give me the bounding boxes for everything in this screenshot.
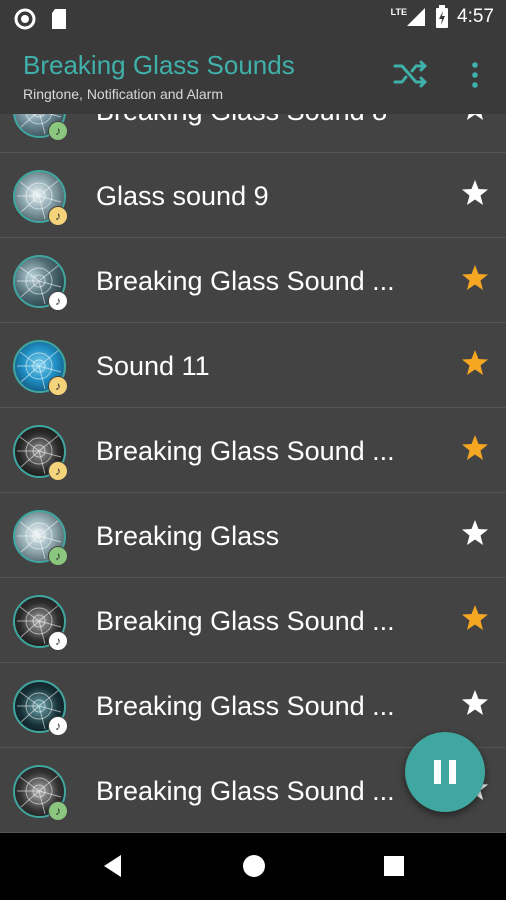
favorite-star-icon[interactable] — [460, 688, 490, 718]
sound-title: Glass sound 9 — [96, 181, 269, 211]
music-note-icon: ♪ — [48, 801, 68, 821]
music-note-icon: ♪ — [48, 716, 68, 736]
music-note-icon: ♪ — [48, 291, 68, 311]
back-icon[interactable] — [99, 851, 129, 881]
pause-fab[interactable] — [405, 732, 485, 812]
sound-title: Breaking Glass Sound ... — [96, 606, 395, 636]
music-note-icon: ♪ — [48, 461, 68, 481]
sound-title: Breaking Glass Sound ... — [96, 436, 395, 466]
recents-icon[interactable] — [379, 851, 409, 881]
sound-list-item[interactable]: ♪ Glass sound 9 — [0, 154, 506, 238]
sound-title: Breaking Glass — [96, 521, 280, 551]
favorite-star-icon[interactable] — [460, 518, 490, 548]
music-note-icon: ♪ — [48, 206, 68, 226]
battery-icon — [436, 5, 449, 28]
sound-title: Breaking Glass Sound ... — [96, 776, 395, 806]
sound-list-item[interactable]: ♪ Breaking Glass Sound ... — [0, 409, 506, 493]
sound-list: ♪ Breaking Glass Sound 8 ♪ Glass sound 9 ♪ Br… — [0, 114, 506, 833]
sound-list-item[interactable]: ♪ Breaking Glass Sound ... — [0, 579, 506, 663]
shuffle-icon[interactable] — [392, 59, 430, 89]
sound-list-item[interactable]: ♪ Breaking Glass Sound 8 — [0, 114, 506, 153]
sound-list-item[interactable]: ♪ Sound 11 — [0, 324, 506, 408]
app-subtitle: Ringtone, Notification and Alarm — [23, 86, 223, 102]
sound-list-item[interactable]: ♪ Breaking Glass Sound ... — [0, 239, 506, 323]
sound-list-item[interactable]: ♪ Breaking Glass — [0, 494, 506, 578]
app-bar: Breaking Glass Sounds Ringtone, Notifica… — [0, 36, 506, 114]
more-vert-icon[interactable] — [468, 60, 482, 90]
signal-icon — [407, 8, 426, 26]
music-note-icon: ♪ — [48, 121, 68, 141]
favorite-star-icon[interactable] — [460, 263, 490, 293]
favorite-star-icon[interactable] — [460, 348, 490, 378]
sound-title: Sound 11 — [96, 351, 210, 381]
sound-title: Breaking Glass Sound ... — [96, 691, 395, 721]
pause-icon — [434, 760, 456, 784]
navigation-bar — [0, 833, 506, 900]
sd-card-icon — [52, 9, 66, 29]
favorite-star-icon[interactable] — [460, 603, 490, 633]
music-note-icon: ♪ — [48, 546, 68, 566]
sound-title: Breaking Glass Sound ... — [96, 266, 395, 296]
music-note-icon: ♪ — [48, 631, 68, 651]
clock: 4:57 — [457, 6, 494, 27]
status-bar: LTE 4:57 — [0, 0, 506, 36]
sound-title: Breaking Glass Sound 8 — [96, 114, 387, 153]
favorite-star-icon[interactable] — [460, 114, 490, 123]
home-icon[interactable] — [239, 851, 269, 881]
favorite-star-icon[interactable] — [460, 178, 490, 208]
app-title: Breaking Glass Sounds — [23, 50, 295, 80]
favorite-star-icon[interactable] — [460, 433, 490, 463]
record-icon — [14, 8, 36, 30]
music-note-icon: ♪ — [48, 376, 68, 396]
